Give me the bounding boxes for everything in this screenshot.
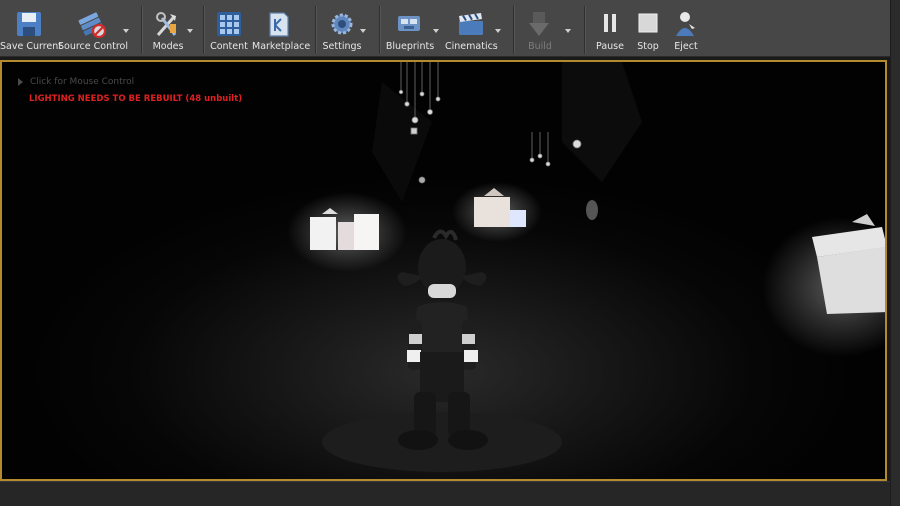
toolbar-separator (379, 6, 380, 54)
blueprints-button[interactable]: Blueprints (385, 8, 435, 54)
toolbar-separator (315, 6, 316, 54)
marketplace-button[interactable]: Marketplace (252, 8, 311, 54)
clapperboard-icon (459, 13, 483, 35)
lighting-warning: LIGHTING NEEDS TO BE REBUILT (48 unbuilt… (29, 94, 243, 104)
modes-label: Modes (152, 41, 184, 52)
content-label: Content (210, 41, 248, 52)
toolbar-separator (584, 6, 585, 54)
source-control-button[interactable]: Source Control (58, 8, 128, 54)
modes-button[interactable]: Modes (147, 8, 189, 54)
save-icon (17, 12, 41, 36)
source-control-icon (78, 12, 107, 38)
main-toolbar: Save Current Source Control Modes Conten… (0, 0, 890, 57)
eject-icon (676, 12, 695, 36)
toolbar-separator (513, 6, 514, 54)
viewport-overlay: Click for Mouse Control LIGHTING NEEDS T… (18, 77, 242, 104)
side-panel-edge (890, 0, 900, 506)
stop-icon (638, 13, 658, 33)
gear-icon (331, 13, 353, 35)
eject-label: Eject (674, 41, 698, 52)
cinematics-label: Cinematics (445, 41, 498, 52)
settings-button[interactable]: Settings (320, 8, 364, 54)
modes-icon (156, 12, 177, 36)
game-viewport[interactable]: Click for Mouse Control LIGHTING NEEDS T… (0, 60, 887, 481)
blueprints-dropdown-arrow[interactable] (433, 27, 441, 35)
stop-label: Stop (637, 41, 659, 52)
pause-button[interactable]: Pause (590, 8, 630, 54)
modes-dropdown-arrow[interactable] (187, 27, 195, 35)
build-label: Build (528, 41, 552, 52)
bottom-panel (0, 481, 890, 506)
build-icon (529, 12, 549, 36)
blueprints-icon (398, 16, 420, 31)
build-button[interactable]: Build (519, 8, 561, 54)
mouse-control-hint[interactable]: Click for Mouse Control (18, 77, 242, 87)
pause-icon (604, 14, 616, 32)
save-current-label: Save Current (0, 41, 63, 52)
game-scene (287, 62, 885, 472)
cinematics-button[interactable]: Cinematics (445, 8, 498, 54)
eject-button[interactable]: Eject (666, 8, 706, 54)
toolbar-separator (141, 6, 142, 54)
marketplace-icon (269, 12, 289, 37)
marketplace-label: Marketplace (252, 41, 311, 52)
source-control-dropdown-arrow[interactable] (123, 27, 131, 35)
blueprints-label: Blueprints (385, 41, 435, 52)
settings-label: Settings (322, 41, 362, 52)
stop-button[interactable]: Stop (630, 8, 666, 54)
content-browser-icon (217, 12, 241, 36)
settings-dropdown-arrow[interactable] (360, 27, 368, 35)
build-dropdown-arrow[interactable] (565, 27, 573, 35)
source-control-label: Source Control (58, 41, 128, 52)
cinematics-dropdown-arrow[interactable] (495, 27, 503, 35)
content-button[interactable]: Content (208, 8, 250, 54)
toolbar-separator (203, 6, 204, 54)
save-current-button[interactable]: Save Current (0, 8, 63, 54)
pause-label: Pause (596, 41, 624, 52)
